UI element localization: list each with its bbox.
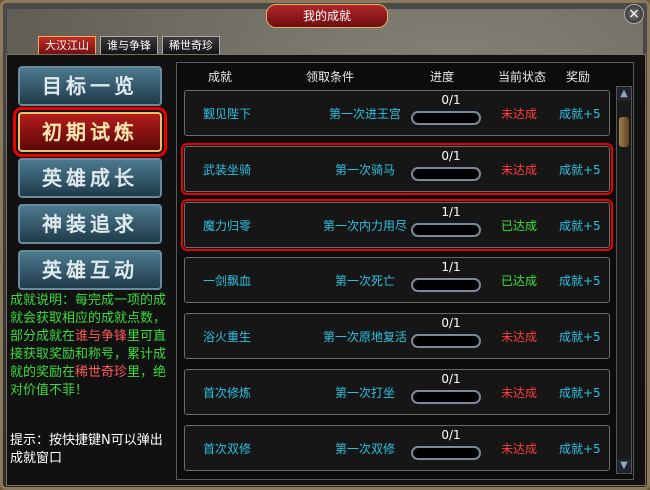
- tab-shei-yu-zhengfeng[interactable]: 谁与争锋: [100, 36, 158, 55]
- row-condition: 第一次骑马: [334, 163, 395, 177]
- tab-bar: 大汉江山 谁与争锋 稀世奇珍: [38, 36, 220, 55]
- table-header: 成就 领取条件 进度 当前状态 奖励: [180, 66, 610, 84]
- row-progress-text: 0/1: [441, 149, 461, 163]
- row-achievement-name: 首次修炼: [203, 386, 252, 400]
- row-status: 已达成: [501, 274, 538, 288]
- table-row[interactable]: 浴火重生 第一次原地复活 0/1 未达成 成就+5: [184, 313, 610, 359]
- table-row[interactable]: 首次双修 第一次双修 0/1 未达成 成就+5: [184, 425, 610, 471]
- nav-item-goals[interactable]: 目标一览: [18, 66, 162, 106]
- tab-dahan-jiangshan[interactable]: 大汉江山: [38, 36, 96, 55]
- desc-highlight-2: 稀世奇珍: [75, 365, 128, 380]
- table-row[interactable]: 武装坐骑 第一次骑马 0/1 未达成 成就+5: [181, 143, 613, 195]
- achievement-list: 觐见陛下 第一次进王宫 0/1 未达成 成就+5 武装坐骑 第一次骑马 0/1 未达成 成就+5 魔…: [180, 86, 613, 476]
- scroll-thumb[interactable]: [619, 117, 629, 147]
- row-status: 未达成: [501, 163, 538, 177]
- row-progress-bar: [411, 167, 481, 181]
- table-row[interactable]: 魔力归零 第一次内力用尽 1/1 已达成 成就+5: [181, 199, 613, 251]
- header-progress: 进度: [430, 70, 455, 84]
- header-achievement: 成就: [208, 70, 233, 84]
- row-reward: 成就+5: [559, 330, 601, 344]
- nav-item-divine-gear[interactable]: 神装追求: [18, 204, 162, 244]
- row-progress-text: 0/1: [441, 428, 461, 442]
- row-status: 已达成: [501, 219, 538, 233]
- row-reward: 成就+5: [559, 107, 601, 121]
- row-condition: 第一次死亡: [334, 274, 395, 288]
- nav-item-hero-growth[interactable]: 英雄成长: [18, 158, 162, 198]
- row-reward: 成就+5: [559, 219, 601, 233]
- header-condition: 领取条件: [306, 70, 355, 84]
- desc-highlight-1: 谁与争锋: [75, 329, 128, 344]
- row-achievement-name: 浴火重生: [203, 330, 252, 344]
- row-reward: 成就+5: [559, 442, 601, 456]
- scroll-down-icon[interactable]: ▼: [617, 459, 631, 473]
- row-progress-text: 0/1: [441, 316, 461, 330]
- row-reward: 成就+5: [559, 386, 601, 400]
- row-progress-bar: [411, 390, 481, 404]
- row-progress-text: 1/1: [441, 205, 461, 219]
- row-achievement-name: 一剑飘血: [203, 274, 252, 288]
- row-progress-bar: [411, 334, 481, 348]
- row-status: 未达成: [501, 107, 538, 121]
- row-progress-text: 0/1: [441, 372, 461, 386]
- row-condition: 第一次进王宫: [328, 107, 401, 121]
- scroll-up-icon[interactable]: ▲: [617, 87, 631, 101]
- row-reward: 成就+5: [559, 274, 601, 288]
- nav-item-initial-trial[interactable]: 初期试炼: [13, 107, 167, 157]
- row-progress-bar: [411, 446, 481, 460]
- row-condition: 第一次双修: [334, 442, 395, 456]
- row-progress-bar: [411, 223, 481, 237]
- row-achievement-name: 魔力归零: [203, 219, 252, 233]
- tab-xishi-qizhen[interactable]: 稀世奇珍: [162, 36, 220, 55]
- header-status: 当前状态: [498, 70, 547, 84]
- row-progress-bar: [411, 111, 481, 125]
- table-row[interactable]: 首次修炼 第一次打坐 0/1 未达成 成就+5: [184, 369, 610, 415]
- nav-item-hero-interaction[interactable]: 英雄互动: [18, 250, 162, 290]
- row-progress-text: 0/1: [441, 93, 461, 107]
- row-status: 未达成: [501, 330, 538, 344]
- achievement-description: 成就说明：每完成一项的成就会获取相应的成就点数，部分成就在谁与争锋里可直接获取奖…: [10, 292, 172, 400]
- window-title: 我的成就: [266, 4, 388, 28]
- close-icon[interactable]: ×: [624, 4, 644, 24]
- row-condition: 第一次原地复活: [322, 330, 407, 344]
- hotkey-tip: 提示：按快捷键N可以弹出成就窗口: [10, 433, 163, 466]
- row-status: 未达成: [501, 386, 538, 400]
- header-reward: 奖励: [566, 70, 591, 84]
- row-condition: 第一次内力用尽: [322, 219, 407, 233]
- row-achievement-name: 武装坐骑: [203, 163, 252, 177]
- row-achievement-name: 觐见陛下: [203, 107, 252, 121]
- row-achievement-name: 首次双修: [203, 442, 252, 456]
- row-reward: 成就+5: [559, 163, 601, 177]
- row-status: 未达成: [501, 442, 538, 456]
- table-row[interactable]: 觐见陛下 第一次进王宫 0/1 未达成 成就+5: [184, 90, 610, 136]
- scrollbar[interactable]: ▲ ▼: [616, 86, 632, 474]
- row-progress-bar: [411, 278, 481, 292]
- row-progress-text: 1/1: [441, 260, 461, 274]
- row-condition: 第一次打坐: [334, 386, 395, 400]
- table-row[interactable]: 一剑飘血 第一次死亡 1/1 已达成 成就+5: [184, 257, 610, 303]
